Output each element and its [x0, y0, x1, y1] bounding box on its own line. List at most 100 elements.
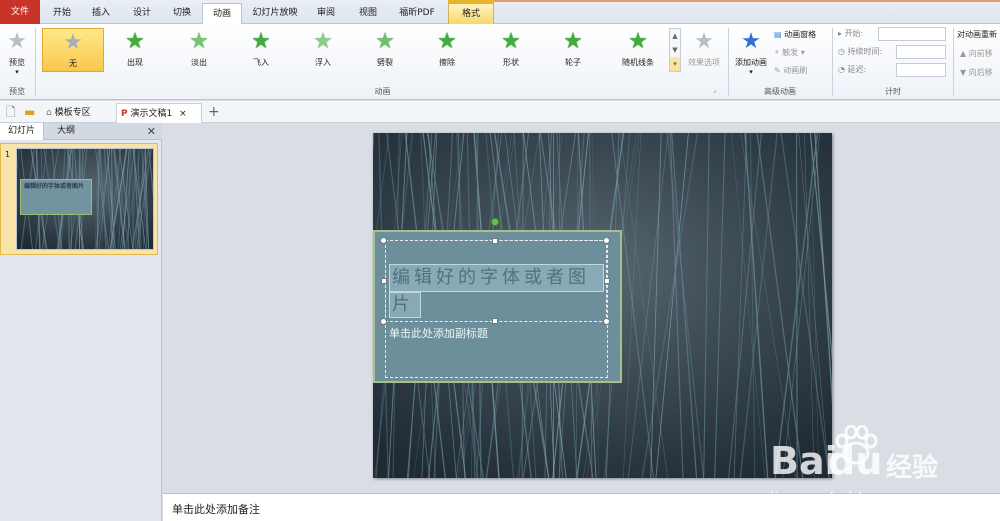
ribbon-tab-bar: 文件 开始 插入 设计 切换 动画 幻灯片放映 审阅 视图 福昕PDF 格式 — [0, 0, 1000, 25]
animation-appear[interactable]: ★ 出现 — [108, 28, 162, 72]
watermark-url: jingyan.baidu.com — [770, 489, 909, 507]
animation-pane-label: 动画窗格 — [784, 30, 817, 39]
star-icon: ★ — [63, 30, 83, 55]
duration-input[interactable] — [896, 45, 946, 59]
rotate-handle[interactable] — [491, 218, 499, 226]
document-label: 演示文稿1 — [130, 109, 173, 119]
tab-view[interactable]: 视图 — [348, 3, 388, 24]
move-earlier-button[interactable]: ▲ 向前移 — [960, 48, 993, 59]
star-icon: ★ — [375, 29, 395, 54]
preview-button[interactable]: ★ 预览 ▾ — [2, 28, 32, 77]
dialog-launcher-icon[interactable]: ⌟ — [713, 86, 716, 94]
folder-icon[interactable]: ▬ — [24, 105, 35, 119]
slide-title-line1[interactable]: 编辑好的字体或者图 — [389, 264, 604, 292]
title-accent-line — [494, 0, 1000, 2]
duration-label: 持续时间: — [847, 47, 883, 56]
context-accent — [448, 0, 494, 3]
pane-icon: ▤ — [774, 30, 782, 39]
resize-handle[interactable] — [380, 237, 387, 244]
star-icon: ★ — [251, 29, 271, 54]
move-later-label: 向后移 — [968, 68, 993, 77]
animation-float-in[interactable]: ★ 浮入 — [296, 28, 350, 72]
new-file-icon[interactable]: 🗋 — [6, 105, 16, 119]
group-label-preview: 预览 — [9, 87, 25, 96]
gallery-more-icon[interactable]: ▾ — [670, 57, 680, 71]
tab-templates[interactable]: ⌂ 模板专区 — [46, 103, 112, 123]
tab-animations[interactable]: 动画 — [202, 3, 242, 25]
animation-none[interactable]: ★ 无 — [42, 28, 104, 72]
close-icon[interactable]: × — [179, 109, 187, 119]
tab-document[interactable]: P 演示文稿1 × — [116, 103, 202, 123]
tab-format[interactable]: 格式 — [448, 3, 494, 24]
brand-part2: du — [828, 439, 883, 483]
panel-tabs: 幻灯片 大纲 ✕ — [0, 123, 162, 140]
star-icon: ★ — [189, 29, 209, 54]
templates-label: 模板专区 — [54, 108, 91, 118]
animation-wipe[interactable]: ★ 擦除 — [420, 28, 474, 72]
painter-icon: ✎ — [774, 66, 781, 75]
animation-wheel[interactable]: ★ 轮子 — [546, 28, 600, 72]
timing-start-label: ▸ 开始: — [838, 29, 864, 38]
timing-delay-label: ◔ 延迟: — [838, 65, 867, 74]
animation-label: 出现 — [127, 58, 143, 67]
tab-design[interactable]: 设计 — [122, 3, 162, 24]
tab-file[interactable]: 文件 — [0, 0, 40, 24]
reorder-label: 对动画重新 — [957, 30, 997, 39]
tab-insert[interactable]: 插入 — [82, 3, 120, 24]
resize-handle[interactable] — [603, 237, 610, 244]
tab-outline[interactable]: 大纲 — [44, 123, 88, 140]
gallery-scroll[interactable]: ▲ ▼ ▾ — [669, 28, 681, 72]
animation-fly-in[interactable]: ★ 飞入 — [234, 28, 288, 72]
notes-placeholder: 单击此处添加备注 — [172, 503, 260, 516]
close-icon[interactable]: ✕ — [147, 124, 156, 139]
trigger-icon: ⚡ — [774, 48, 780, 57]
star-icon: ★ — [437, 29, 457, 54]
preview-label: 预览 — [9, 58, 25, 67]
resize-handle[interactable] — [381, 278, 387, 284]
subtitle-placeholder[interactable]: 单击此处添加副标题 — [389, 325, 488, 341]
document-tab-bar: 🗋 ▬ ⌂ 模板专区 P 演示文稿1 × + — [0, 101, 1000, 123]
animation-pane-button[interactable]: ▤ 动画窗格 — [774, 29, 816, 40]
timing-duration-label: ◷ 持续时间: — [838, 47, 883, 56]
resize-handle[interactable] — [380, 318, 387, 325]
slide-thumbnail[interactable]: 编辑好的字体或者图片 — [16, 148, 154, 250]
scroll-down-icon[interactable]: ▼ — [670, 43, 680, 57]
resize-handle[interactable] — [492, 318, 498, 324]
animation-label: 轮子 — [565, 58, 581, 67]
resize-handle[interactable] — [603, 318, 610, 325]
animation-painter-label: 动画刷 — [783, 66, 808, 75]
new-tab-icon[interactable]: + — [208, 105, 220, 119]
tab-slideshow[interactable]: 幻灯片放映 — [246, 3, 304, 24]
animation-painter-button[interactable]: ✎ 动画刷 — [774, 65, 807, 76]
star-icon: ★ — [125, 29, 145, 54]
delay-input[interactable] — [896, 63, 946, 77]
animation-shape[interactable]: ★ 形状 — [484, 28, 538, 72]
tab-slides[interactable]: 幻灯片 — [0, 123, 44, 140]
add-animation-button[interactable]: ★ 添加动画 ▾ — [731, 28, 771, 77]
animation-fade[interactable]: ★ 淡出 — [172, 28, 226, 72]
trigger-button[interactable]: ⚡ 触发 ▾ — [774, 47, 805, 58]
start-select[interactable] — [878, 27, 946, 41]
tab-home[interactable]: 开始 — [44, 3, 80, 24]
slide-title-line2[interactable]: 片 — [389, 292, 421, 318]
animation-label: 无 — [69, 59, 77, 68]
slides-panel: 幻灯片 大纲 ✕ 1 编辑好的字体或者图片 — [0, 123, 162, 521]
tab-review[interactable]: 审阅 — [306, 3, 346, 24]
tab-transitions[interactable]: 切换 — [164, 3, 200, 24]
powerpoint-window: 文件 开始 插入 设计 切换 动画 幻灯片放映 审阅 视图 福昕PDF 格式 ★… — [0, 0, 1000, 521]
animation-random-bars[interactable]: ★ 随机线条 — [608, 28, 668, 72]
animation-label: 劈裂 — [377, 58, 393, 67]
chevron-down-icon: ▾ — [15, 68, 19, 76]
animation-split[interactable]: ★ 劈裂 — [358, 28, 412, 72]
tab-foxit-pdf[interactable]: 福昕PDF — [390, 3, 444, 24]
home-icon: ⌂ — [46, 108, 52, 118]
slide-number: 1 — [5, 150, 11, 159]
animation-label: 浮入 — [315, 58, 331, 67]
group-separator — [35, 28, 36, 96]
slide-thumbnail-item[interactable]: 1 编辑好的字体或者图片 — [0, 143, 158, 255]
effect-options-button[interactable]: ★ 效果选项 — [684, 28, 724, 72]
move-later-button[interactable]: ▼ 向后移 — [960, 67, 993, 78]
resize-handle[interactable] — [604, 278, 610, 284]
scroll-up-icon[interactable]: ▲ — [670, 29, 680, 43]
resize-handle[interactable] — [492, 238, 498, 244]
